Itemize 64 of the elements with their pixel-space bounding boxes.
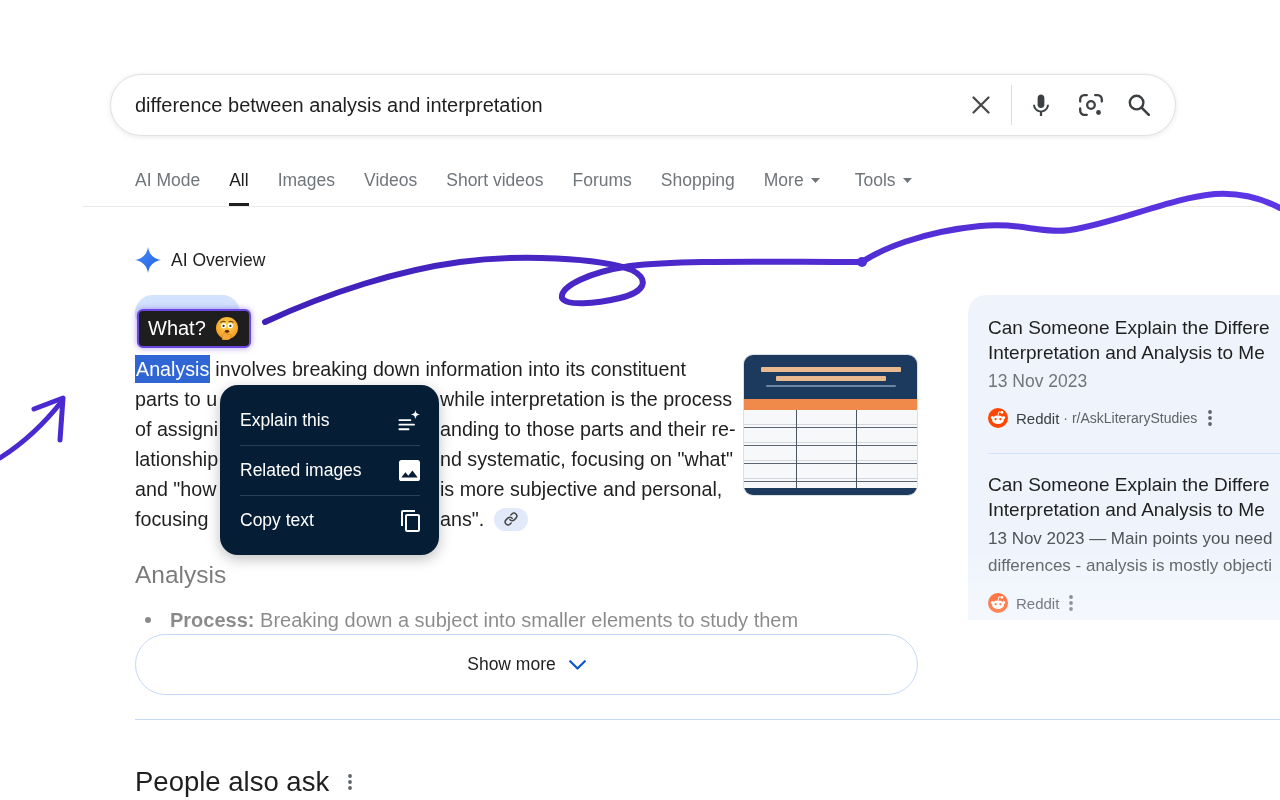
image-search-button[interactable] (1079, 93, 1103, 117)
source-link-button[interactable] (494, 507, 529, 531)
reaction-text: What? (148, 317, 206, 340)
search-tab[interactable]: All (229, 160, 249, 206)
search-tab[interactable]: Videos (364, 160, 418, 206)
copy-icon (401, 509, 420, 532)
site-logo-icon (988, 593, 1008, 613)
section-title: People also ask (135, 766, 330, 798)
search-tab[interactable]: Forums (572, 160, 632, 206)
bullet-icon (145, 617, 151, 623)
paragraph-text: lationship (135, 448, 219, 470)
search-tab[interactable]: AI Mode (135, 160, 201, 206)
menu-item[interactable]: Related images (240, 445, 420, 495)
microphone-icon (1033, 94, 1049, 116)
bullet-text: Process: Breaking down a subject into smaller elements to study them (170, 608, 799, 632)
menu-item[interactable]: Copy text (240, 495, 420, 545)
paragraph-text: and "how (135, 478, 217, 500)
search-input[interactable]: difference between analysis and interpretation (135, 90, 952, 120)
paragraph-text: parts to u (135, 388, 218, 410)
paragraph-text: ans". (440, 507, 485, 532)
tools-button[interactable]: Tools (854, 160, 912, 206)
paragraph-text: while interpretation is the process (440, 387, 733, 412)
sparkle-icon (135, 247, 161, 273)
site-logo-icon (988, 408, 1008, 428)
paragraph-text: is more subjective and personal, (440, 477, 723, 502)
result-date: 13 Nov 2023 (988, 370, 1089, 393)
chevron-down-icon (568, 659, 586, 670)
result-title-link[interactable]: Can Someone Explain the Differe Interpretation and Analysis to Me (988, 472, 1280, 522)
section-heading: Analysis (135, 560, 228, 590)
search-bar[interactable]: difference between analysis and interpretation (110, 74, 1176, 136)
search-tab[interactable]: Shopping (660, 160, 735, 206)
menu-item[interactable]: Explain this (240, 395, 420, 445)
more-options-icon (348, 774, 353, 790)
site-name: Reddit (1016, 409, 1060, 427)
site-path: · r/AskLiteraryStudies (1063, 410, 1198, 426)
close-icon (972, 96, 990, 114)
result-snippet: 13 Nov 2023 — Main points you need differences - analysis is mostly objecti (988, 528, 1274, 577)
camera-lens-icon (1079, 93, 1103, 117)
voice-search-button[interactable] (1033, 94, 1049, 116)
site-name: Reddit (1016, 594, 1060, 612)
face-with-hand-icon (215, 317, 238, 340)
overview-title: AI Overview (171, 249, 266, 271)
paragraph-text: anding to those parts and their re- (440, 417, 736, 442)
show-more-button[interactable]: Show more (135, 634, 918, 695)
search-tab[interactable]: More (763, 160, 820, 206)
more-options-button[interactable] (1208, 410, 1213, 426)
clear-button[interactable] (972, 96, 990, 114)
more-options-button[interactable] (1069, 595, 1074, 611)
more-options-icon (1069, 595, 1074, 611)
search-tab[interactable]: Images (277, 160, 336, 206)
paragraph-text: of assigni (135, 418, 219, 440)
link-icon (504, 512, 519, 526)
selected-text: Analysis (135, 355, 211, 383)
more-options-icon (1208, 410, 1213, 426)
image-icon (399, 460, 420, 481)
search-button[interactable] (1128, 94, 1150, 116)
search-tab[interactable]: Short videos (446, 160, 544, 206)
result-title-link[interactable]: Can Someone Explain the Differe Interpretation and Analysis to Me (988, 315, 1280, 365)
text-sparkle-icon (398, 409, 420, 432)
more-options-button[interactable] (348, 774, 353, 790)
paragraph-text: nd systematic, focusing on "what" (440, 447, 734, 472)
search-icon (1128, 94, 1150, 116)
paragraph-text: focusing (135, 508, 209, 530)
paragraph-text: involves breaking down information into its constituent (214, 357, 687, 382)
